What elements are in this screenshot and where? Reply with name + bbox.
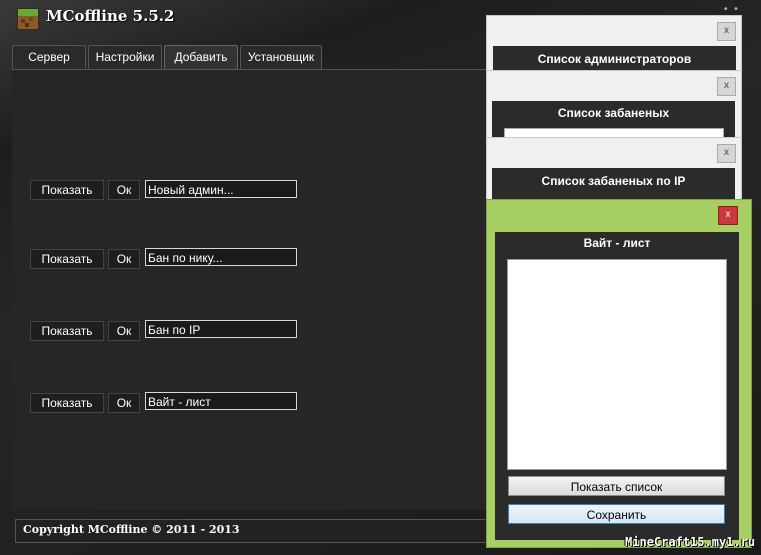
copyright-text: Copyright MCoffline © 2011 - 2013 [23,523,240,536]
ban-nick-field[interactable]: Бан по нику... [145,248,297,266]
close-icon[interactable]: x [718,206,738,225]
window-controls[interactable]: • • [724,4,740,15]
minecraft-block-icon [17,8,39,30]
close-icon[interactable]: x [717,144,736,163]
show-banned-ip-button[interactable]: Показать [30,321,104,341]
tab-add[interactable]: Добавить [164,45,238,69]
whitelist-list[interactable] [507,259,727,470]
watermark: MineCraft15.my1.ru [625,535,756,549]
admins-title: Список администраторов [537,52,692,66]
banned-panel: Список забаненых [492,101,735,143]
banned-ip-title: Список забаненых по IP [541,174,686,188]
whitelist-panel: Вайт - лист Показать список Сохранить [495,232,739,540]
add-admin-ok-button[interactable]: Ок [108,180,140,200]
banned-window: x Список забаненых [486,70,742,147]
whitelist-window: x Вайт - лист Показать список Сохранить [486,199,752,548]
ban-ip-field[interactable]: Бан по IP [145,320,297,338]
show-admins-button[interactable]: Показать [30,180,104,200]
new-admin-field[interactable]: Новый админ... [145,180,297,198]
whitelist-field[interactable]: Вайт - лист [145,392,297,410]
show-banned-button[interactable]: Показать [30,249,104,269]
whitelist-title: Вайт - лист [583,236,651,250]
show-whitelist-button[interactable]: Показать [30,393,104,413]
ban-ip-ok-button[interactable]: Ок [108,321,140,341]
show-list-button[interactable]: Показать список [508,476,725,496]
close-icon[interactable]: x [717,22,736,41]
status-bar: Copyright MCoffline © 2011 - 2013 [15,519,497,543]
app-title: MCoffline 5.5.2 [46,7,175,25]
whitelist-ok-button[interactable]: Ок [108,393,140,413]
save-button[interactable]: Сохранить [508,504,725,524]
tab-settings[interactable]: Настройки [88,45,162,69]
ban-nick-ok-button[interactable]: Ок [108,249,140,269]
banned-title: Список забаненых [557,106,670,120]
tab-server[interactable]: Сервер [12,45,86,69]
close-icon[interactable]: x [717,77,736,96]
admins-window: x Список администраторов [486,15,742,77]
tab-installer[interactable]: Установщик [240,45,322,69]
admins-panel: Список администраторов [493,46,736,70]
